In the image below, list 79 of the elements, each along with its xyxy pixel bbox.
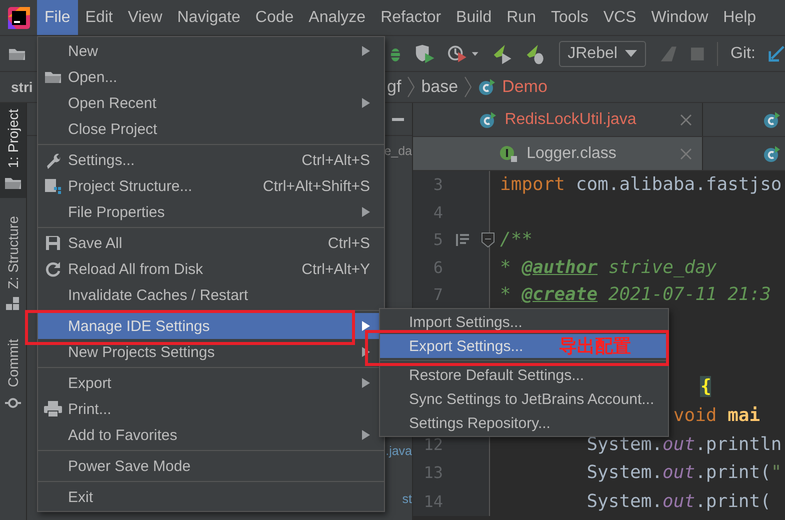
fold-icon[interactable] <box>481 232 495 248</box>
code-line: System.out.print( <box>586 491 771 512</box>
menu[interactable]: Navigate <box>170 0 248 35</box>
menu[interactable]: File <box>37 0 78 35</box>
project-name[interactable]: stri <box>11 79 33 95</box>
wrench-icon <box>44 151 62 169</box>
structure-icon <box>6 297 20 312</box>
tool-window-button[interactable]: Z: Structure <box>0 210 26 320</box>
code-line: /** <box>500 229 533 250</box>
chevron-icon <box>407 76 416 98</box>
code-line: void mai <box>673 405 760 426</box>
menu-item[interactable]: Project Structure... Ctrl+Alt+Shift+S <box>38 173 384 199</box>
menu-item[interactable]: Open... <box>38 64 384 90</box>
menu-item[interactable]: Reload All from Disk Ctrl+Alt+Y <box>38 256 384 282</box>
menu-item[interactable]: Open Recent <box>38 90 384 116</box>
editor-tab[interactable]: Logger.class <box>413 137 703 170</box>
menu-item[interactable]: New <box>38 38 384 64</box>
menu[interactable]: Analyze <box>301 0 374 35</box>
menu-item[interactable]: Exit <box>38 484 384 510</box>
code-line: import com.alibaba.fastjso <box>500 174 782 196</box>
interface-icon <box>498 144 519 162</box>
menu-item[interactable]: Save All Ctrl+S <box>38 230 384 256</box>
reload-icon <box>44 260 62 278</box>
menu[interactable]: Edit <box>78 0 120 35</box>
coverage-icon[interactable] <box>414 44 436 64</box>
close-icon[interactable] <box>680 148 692 160</box>
menu[interactable]: Window <box>644 0 716 35</box>
render-doc-icon[interactable] <box>455 232 471 248</box>
chevron-icon <box>464 76 472 98</box>
menu[interactable]: Tools <box>543 0 596 35</box>
code-line: * @author strive_day <box>500 256 717 278</box>
menu-item[interactable]: Settings... Ctrl+Alt+S <box>38 147 384 173</box>
shortcut: Ctrl+Alt+S <box>302 152 370 168</box>
tree-item[interactable]: e_da <box>384 142 412 160</box>
menu-item[interactable]: Close Project <box>38 116 384 142</box>
shortcut: Ctrl+Alt+Y <box>302 260 370 278</box>
menu[interactable]: Run <box>499 0 544 35</box>
breadcrumb[interactable]: Demo <box>502 77 548 97</box>
menu-item[interactable]: Export Settings... 导出配置 <box>380 334 668 358</box>
printer-icon <box>43 400 63 418</box>
class-icon <box>478 110 497 128</box>
menu-item[interactable]: File Properties <box>38 199 384 225</box>
menu[interactable]: View <box>120 0 170 35</box>
run-config-dropdown[interactable]: JRebel <box>558 40 646 66</box>
annotation-text: 导出配置 <box>559 335 632 358</box>
commit-icon <box>5 396 21 410</box>
save-icon <box>44 234 62 252</box>
shortcut: Ctrl+S <box>328 234 370 252</box>
shortcut: Ctrl+Alt+Shift+S <box>262 178 370 194</box>
code-line: * @create 2021-07-11 21:3 <box>500 284 771 306</box>
profiler-icon[interactable] <box>448 44 480 64</box>
close-icon[interactable] <box>680 114 692 126</box>
folder-icon <box>44 70 62 84</box>
structure-icon <box>44 178 62 194</box>
code-line: System.out.print(" <box>586 462 782 484</box>
menu-item[interactable]: Invalidate Caches / Restart <box>38 282 384 308</box>
caret-icon <box>625 50 638 58</box>
code-line: System.out.println <box>586 434 782 455</box>
menu[interactable]: Build <box>448 0 500 35</box>
menu-item[interactable]: Power Save Mode <box>38 453 384 479</box>
class-icon <box>763 110 781 128</box>
menu[interactable]: Help <box>716 0 764 35</box>
class-icon <box>763 144 781 162</box>
menu[interactable]: VCS <box>596 0 644 35</box>
minimize-icon[interactable] <box>392 118 404 120</box>
folder-icon <box>8 46 26 60</box>
update-arrow-icon[interactable] <box>768 44 785 62</box>
class-icon <box>478 78 496 96</box>
menu[interactable]: Code <box>248 0 302 35</box>
breadcrumb[interactable]: gf <box>387 77 402 97</box>
tree-item[interactable]: st <box>402 490 412 508</box>
app-logo-icon <box>8 6 30 28</box>
tool-window-button[interactable]: 1: Project <box>0 103 26 198</box>
tool-window-button[interactable]: Commit <box>0 333 26 418</box>
breadcrumb[interactable]: base <box>421 77 458 97</box>
tree-item[interactable]: .java <box>386 442 412 460</box>
folder-icon <box>4 176 22 190</box>
git-label: Git: <box>730 44 756 62</box>
menu[interactable]: Refactor <box>373 0 449 35</box>
